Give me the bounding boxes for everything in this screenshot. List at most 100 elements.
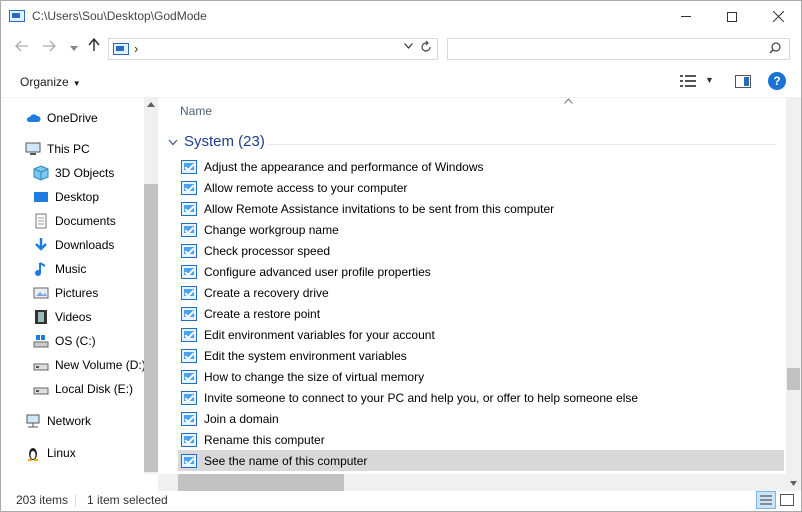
nav-item-pictures[interactable]: Pictures [33, 282, 98, 304]
list-item[interactable]: How to change the size of virtual memory [178, 366, 784, 387]
list-item[interactable]: Configure advanced user profile properti… [178, 261, 784, 282]
file-list: Name System (23) Adjust the appearance a… [158, 98, 786, 474]
nav-item-music[interactable]: Music [33, 258, 86, 280]
nav-item-network[interactable]: Network [25, 410, 91, 432]
drive-icon [33, 335, 49, 348]
arrow-left-icon [15, 40, 28, 52]
navigation-pane: OneDrive This PC 3D Objects Desktop Docu… [1, 98, 158, 474]
nav-item-os-c[interactable]: OS (C:) [33, 330, 96, 352]
item-label: Edit the system environment variables [204, 348, 407, 363]
status-bar: 203 items 1 item selected [1, 491, 801, 511]
vertical-scrollbar[interactable] [786, 98, 801, 491]
list-item[interactable]: Change workgroup name [178, 219, 784, 240]
list-item[interactable]: Allow Remote Assistance invitations to b… [178, 198, 784, 219]
navigation-scrollbar-thumb[interactable] [144, 184, 158, 472]
search-box[interactable] [447, 38, 790, 60]
music-icon [35, 262, 46, 276]
list-item[interactable]: Join a domain [178, 408, 784, 429]
list-item[interactable]: Adjust the appearance and performance of… [178, 156, 784, 177]
list-item[interactable]: Edit environment variables for your acco… [178, 324, 784, 345]
vertical-scrollbar-thumb[interactable] [787, 368, 800, 390]
item-label: Create a restore point [204, 306, 321, 321]
network-icon [26, 414, 40, 428]
chevron-down-icon [168, 139, 178, 146]
nav-item-new-volume-d[interactable]: New Volume (D:) [33, 354, 146, 376]
nav-item-onedrive[interactable]: OneDrive [25, 107, 98, 129]
close-button[interactable] [755, 1, 801, 32]
breadcrumb-separator[interactable]: › [134, 41, 138, 56]
cloud-icon [26, 114, 41, 122]
minimize-button[interactable] [663, 1, 709, 32]
drive-icon [33, 363, 49, 371]
system-icon [181, 243, 197, 258]
nav-item-this-pc[interactable]: This PC [25, 138, 90, 160]
navigation-scrollbar[interactable] [144, 98, 158, 474]
system-icon [181, 390, 197, 405]
document-icon [35, 213, 47, 229]
system-icon [181, 222, 197, 237]
item-label: Change workgroup name [204, 222, 339, 237]
system-icon [181, 411, 197, 426]
change-view-icon[interactable] [680, 75, 696, 87]
nav-item-3d-objects[interactable]: 3D Objects [33, 162, 114, 184]
sort-ascending-icon [564, 98, 573, 104]
item-label: Rename this computer [204, 432, 325, 447]
nav-item-label: Desktop [55, 190, 100, 204]
item-label: Join a domain [204, 411, 279, 426]
refresh-button[interactable] [420, 40, 432, 57]
list-item[interactable]: Rename this computer [178, 429, 784, 450]
back-button[interactable] [11, 38, 33, 58]
item-label: Allow Remote Assistance invitations to b… [204, 201, 555, 216]
item-label: Invite someone to connect to your PC and… [204, 390, 639, 405]
view-options-dropdown[interactable]: ▼ [705, 75, 714, 85]
scroll-down-icon[interactable] [790, 481, 797, 486]
list-item[interactable]: Allow remote access to your computer [178, 177, 784, 198]
window-title: C:\Users\Sou\Desktop\GodMode [32, 9, 207, 23]
system-icon [181, 285, 197, 300]
system-icon [181, 201, 197, 216]
system-icon [181, 348, 197, 363]
scroll-up-icon[interactable] [147, 102, 155, 107]
address-bar[interactable]: › [108, 38, 438, 60]
list-item[interactable]: Check processor speed [178, 240, 784, 261]
recent-locations-button[interactable] [63, 38, 85, 58]
nav-item-videos[interactable]: Videos [33, 306, 91, 328]
address-dropdown-button[interactable] [404, 41, 413, 52]
list-item[interactable]: Create a restore point [178, 303, 784, 324]
nav-item-desktop[interactable]: Desktop [33, 186, 99, 208]
system-icon [181, 180, 197, 195]
preview-pane-button[interactable] [735, 75, 751, 88]
list-item[interactable]: Create a recovery drive [178, 282, 784, 303]
nav-item-documents[interactable]: Documents [33, 210, 116, 232]
chevron-down-icon [404, 43, 413, 49]
list-item[interactable]: Invite someone to connect to your PC and… [178, 387, 784, 408]
list-item-selected[interactable]: See the name of this computer [178, 450, 784, 471]
system-icon [181, 264, 197, 279]
column-header-name[interactable]: Name [180, 104, 212, 118]
organize-button[interactable]: Organize ▼ [20, 75, 81, 89]
horizontal-scrollbar[interactable] [158, 474, 786, 491]
horizontal-scrollbar-thumb[interactable] [178, 474, 344, 491]
nav-item-label: Network [47, 414, 92, 428]
large-icons-view-button[interactable] [780, 494, 794, 506]
close-icon [772, 11, 784, 22]
help-icon[interactable]: ? [768, 72, 786, 90]
up-button[interactable] [83, 37, 105, 58]
nav-item-local-disk-e[interactable]: Local Disk (E:) [33, 378, 133, 400]
group-header-system[interactable]: System (23) [168, 133, 265, 150]
computer-icon [25, 142, 41, 155]
item-count: 203 items [16, 493, 69, 507]
explorer-window: C:\Users\Sou\Desktop\GodMode › Organize … [0, 0, 802, 512]
maximize-button[interactable] [709, 1, 755, 32]
download-icon [35, 238, 47, 251]
organize-label: Organize [20, 75, 69, 89]
nav-item-label: 3D Objects [55, 166, 115, 180]
forward-button[interactable] [38, 38, 60, 58]
nav-item-label: Documents [55, 214, 116, 228]
nav-item-label: Music [55, 262, 87, 276]
search-icon [769, 42, 781, 54]
list-item[interactable]: Edit the system environment variables [178, 345, 784, 366]
nav-item-downloads[interactable]: Downloads [33, 234, 114, 256]
nav-item-linux[interactable]: Linux [25, 442, 76, 464]
details-view-button[interactable] [756, 491, 776, 509]
